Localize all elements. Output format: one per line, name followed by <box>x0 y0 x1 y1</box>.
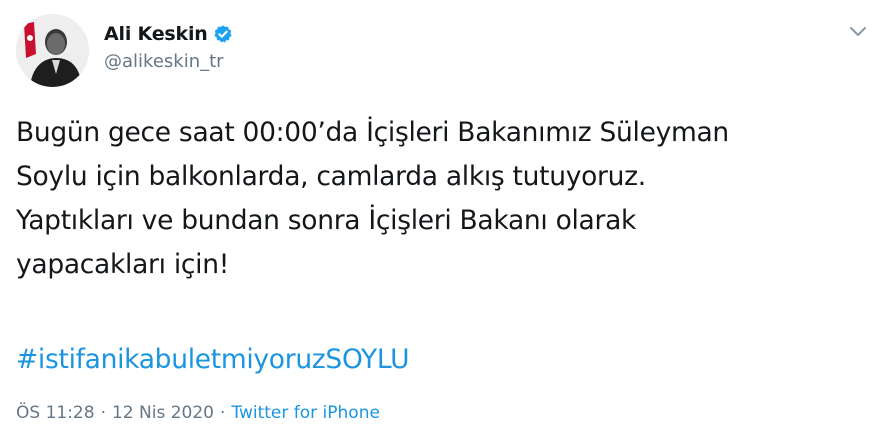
author-display-name[interactable]: Ali Keskin <box>104 23 208 45</box>
verified-badge-icon <box>213 24 233 44</box>
meta-separator: · <box>219 403 226 423</box>
tweet-card: Ali Keskin @alikeskin_tr Bugün gece saat… <box>0 0 880 441</box>
author-block: Ali Keskin @alikeskin_tr <box>104 22 233 72</box>
tweet-text: Bugün gece saat 00:00’da İçişleri Bakanı… <box>16 117 729 280</box>
avatar[interactable] <box>16 14 89 87</box>
profile-photo-icon <box>16 14 89 87</box>
author-handle[interactable]: @alikeskin_tr <box>104 51 233 72</box>
author-name-row: Ali Keskin <box>104 22 233 46</box>
meta-separator: · <box>100 403 106 423</box>
tweet-source-link[interactable]: Twitter for iPhone <box>231 403 380 423</box>
tweet-meta: ÖS 11:28 · 12 Nis 2020 · Twitter for iPh… <box>16 403 380 423</box>
hashtag-link[interactable]: #istifanikabuletmiyoruzSOYLU <box>16 338 409 382</box>
tweet-date[interactable]: 12 Nis 2020 <box>112 403 214 423</box>
chevron-down-icon[interactable] <box>848 24 868 38</box>
tweet-time[interactable]: ÖS 11:28 <box>16 403 95 423</box>
